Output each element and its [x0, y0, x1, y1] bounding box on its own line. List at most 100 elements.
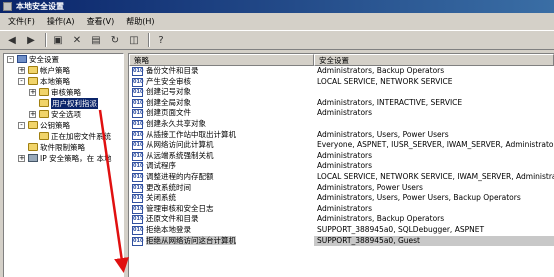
security-setting-cell: Administrators [317, 150, 373, 160]
policy-name: 产生安全审核 [146, 76, 191, 86]
tree-item-label: 正在加密文件系统 [51, 132, 111, 141]
table-row[interactable]: 010 管理审核和安全日志 Administrators [129, 204, 554, 215]
tree-item[interactable]: 用户权利指派 [4, 98, 123, 109]
tree-item-label: 用户权利指派 [51, 98, 98, 109]
table-row[interactable]: 010 拒绝从网络访问这台计算机 SUPPORT_388945a0, Guest [129, 235, 554, 247]
tree-panel: - 安全设置 + 帐户策略 - 本地策略 + 审核策略 用户权利指派 + 安全选项 - 公钥策略 正在加密… [3, 53, 124, 277]
security-setting-cell: Administrators, Users, Power Users, Back… [317, 193, 521, 203]
expand-icon[interactable]: + [18, 155, 25, 162]
table-row[interactable]: 010 创建永久共享对象 [129, 119, 554, 130]
table-row[interactable]: 010 从远端系统强制关机 Administrators [129, 151, 554, 162]
up-folder-icon[interactable]: ▣ [50, 32, 66, 48]
policy-list: 策略 安全设置 010 备份文件和目录 Administrators, Backup… [128, 53, 554, 277]
tree-item[interactable]: + 安全选项 [4, 109, 123, 120]
policy-cell: 010 关闭系统 [129, 193, 314, 204]
policy-name: 从远端系统强制关机 [146, 150, 214, 160]
security-setting-cell: SUPPORT_388945a0, Guest [314, 235, 554, 247]
policy-icon: 010 [132, 194, 144, 204]
policy-cell: 010 管理审核和安全日志 [129, 204, 314, 215]
table-row[interactable]: 010 从插接工作站中取出计算机 Administrators, Users, Po… [129, 130, 554, 141]
table-row[interactable]: 010 调试程序 Administrators [129, 161, 554, 172]
tree-item[interactable]: 正在加密文件系统 [4, 131, 123, 142]
tree-item[interactable]: - 本地策略 [4, 76, 123, 87]
column-header-setting[interactable]: 安全设置 [314, 54, 554, 66]
table-row[interactable]: 010 创建记号对象 [129, 87, 554, 98]
policy-name: 调整进程的内存配额 [146, 171, 214, 181]
export-icon[interactable]: ◫ [126, 32, 142, 48]
tree-item[interactable]: - 安全设置 [4, 54, 123, 65]
tree-item-label: 安全选项 [51, 110, 81, 119]
window-title: 本地安全设置 [16, 2, 64, 11]
table-row[interactable]: 010 从网络访问此计算机 Everyone, ASPNET, IUSR_SERVE… [129, 140, 554, 151]
forward-icon[interactable]: ▶ [23, 32, 39, 48]
policy-cell: 010 调试程序 [129, 161, 314, 172]
policy-name: 创建页面文件 [146, 108, 191, 118]
security-setting-cell: SUPPORT_388945a0, SQLDebugger, ASPNET [317, 224, 485, 234]
security-setting-cell: Administrators [317, 203, 373, 213]
expand-icon[interactable]: + [18, 67, 25, 74]
policy-icon: 010 [132, 236, 144, 246]
tree-item[interactable]: 软件限制策略 [4, 142, 123, 153]
collapse-icon[interactable]: - [7, 56, 14, 63]
column-header-policy[interactable]: 策略 [129, 54, 314, 66]
menu-action[interactable]: 操作(A) [41, 15, 81, 29]
list-rows: 010 备份文件和目录 Administrators, Backup Operato… [129, 66, 554, 247]
delete-icon[interactable]: ✕ [69, 32, 85, 48]
policy-icon: 010 [132, 88, 144, 98]
tree-item-label: 安全设置 [29, 55, 59, 64]
security-setting-cell: LOCAL SERVICE, NETWORK SERVICE [317, 76, 453, 86]
policy-name: 创建永久共享对象 [146, 118, 206, 128]
table-row[interactable]: 010 关闭系统 Administrators, Users, Power User… [129, 193, 554, 204]
help-icon[interactable]: ? [153, 32, 169, 48]
back-icon[interactable]: ◀ [4, 32, 20, 48]
folder-icon [28, 66, 38, 74]
table-row[interactable]: 010 还原文件和目录 Administrators, Backup Operato… [129, 214, 554, 225]
security-setting-cell: Administrators, Power Users [317, 182, 423, 192]
folder-icon [28, 77, 38, 85]
tree-item-label: 审核策略 [51, 88, 81, 97]
policy-icon: 010 [132, 172, 144, 182]
collapse-icon[interactable]: - [18, 78, 25, 85]
properties-icon[interactable]: ▤ [88, 32, 104, 48]
tree-item[interactable]: - 公钥策略 [4, 120, 123, 131]
policy-name: 管理审核和安全日志 [146, 203, 214, 213]
tree-item[interactable]: + IP 安全策略，在 本地 [4, 153, 123, 164]
table-row[interactable]: 010 创建页面文件 Administrators [129, 108, 554, 119]
policy-name: 从网络访问此计算机 [146, 140, 214, 150]
table-row[interactable]: 010 更改系统时间 Administrators, Power Users [129, 183, 554, 194]
security-setting-cell: Administrators [317, 108, 373, 118]
folder-icon [39, 110, 49, 118]
policy-icon: 010 [132, 162, 144, 172]
policy-icon: 010 [132, 77, 144, 87]
policy-name: 创建全局对象 [146, 97, 191, 107]
table-row[interactable]: 010 调整进程的内存配额 LOCAL SERVICE, NETWORK SERVI… [129, 172, 554, 183]
policy-cell: 010 创建全局对象 [129, 98, 314, 109]
table-row[interactable]: 010 拒绝本地登录 SUPPORT_388945a0, SQLDebugger, … [129, 225, 554, 236]
policy-icon: 010 [132, 67, 144, 76]
collapse-icon[interactable]: - [18, 122, 25, 129]
tree-item[interactable]: + 审核策略 [4, 87, 123, 98]
policy-cell: 010 备份文件和目录 [129, 66, 314, 77]
policy-name: 创建记号对象 [146, 87, 191, 97]
table-row[interactable]: 010 产生安全审核 LOCAL SERVICE, NETWORK SERVICE [129, 77, 554, 88]
menu-help[interactable]: 帮助(H) [120, 15, 160, 29]
policy-cell: 010 创建永久共享对象 [129, 119, 314, 130]
policy-name: 调试程序 [146, 161, 176, 171]
policy-name: 更改系统时间 [146, 182, 191, 192]
security-setting-cell [314, 87, 554, 98]
refresh-icon[interactable]: ↻ [107, 32, 123, 48]
table-row[interactable]: 010 创建全局对象 Administrators, INTERACTIVE, SE… [129, 98, 554, 109]
menu-view[interactable]: 查看(V) [81, 15, 121, 29]
expand-icon[interactable]: + [29, 89, 36, 96]
expand-icon[interactable]: + [29, 111, 36, 118]
tree-item-label: 本地策略 [40, 77, 70, 86]
policy-cell: 010 更改系统时间 [129, 183, 314, 194]
menu-file[interactable]: 文件(F) [2, 15, 41, 29]
security-setting-cell: Everyone, ASPNET, IUSR_SERVER, IWAM_SERV… [317, 140, 554, 150]
table-row[interactable]: 010 备份文件和目录 Administrators, Backup Operato… [129, 66, 554, 77]
policy-name: 关闭系统 [146, 193, 176, 203]
security-setting-cell [314, 119, 554, 130]
app-icon [3, 2, 12, 11]
tree-item[interactable]: + 帐户策略 [4, 65, 123, 76]
folder-icon [39, 88, 49, 96]
